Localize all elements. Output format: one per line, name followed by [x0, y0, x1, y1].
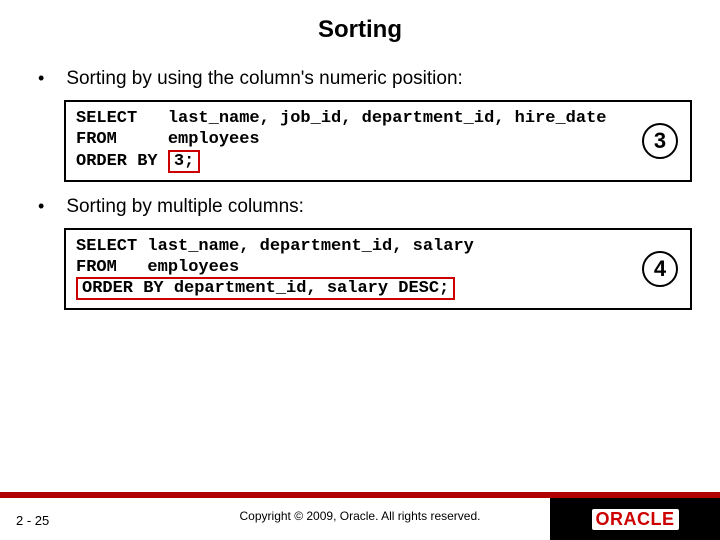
code-highlight: 3;	[168, 150, 200, 173]
callout-badge: 4	[642, 251, 678, 287]
slide-title: Sorting	[0, 0, 720, 62]
copyright-text: Copyright © 2009, Oracle. All rights res…	[240, 509, 481, 523]
code-text: SELECT last_name, job_id, department_id,…	[76, 109, 607, 171]
code-line: FROM employees	[76, 258, 239, 277]
slide: Sorting • Sorting by using the column's …	[0, 0, 720, 540]
bullet-text: Sorting by multiple columns:	[66, 196, 304, 218]
code-block-2: SELECT last_name, department_id, salary …	[64, 228, 692, 310]
code-block-2-wrap: SELECT last_name, department_id, salary …	[64, 228, 692, 310]
bullet-item: • Sorting by using the column's numeric …	[38, 68, 692, 90]
code-highlight: ORDER BY department_id, salary DESC;	[76, 277, 455, 300]
code-block-1: SELECT last_name, job_id, department_id,…	[64, 100, 692, 182]
bullet-text: Sorting by using the column's numeric po…	[66, 68, 463, 90]
oracle-logo-icon: ORACLE	[592, 509, 679, 530]
code-block-1-wrap: SELECT last_name, job_id, department_id,…	[64, 100, 692, 182]
slide-body: • Sorting by using the column's numeric …	[0, 62, 720, 492]
bullet-icon: •	[38, 69, 44, 87]
bullet-icon: •	[38, 197, 44, 215]
page-number: 2 - 25	[16, 513, 49, 528]
bullet-item: • Sorting by multiple columns:	[38, 196, 692, 218]
callout-badge: 3	[642, 123, 678, 159]
brand-logo-wrap: ORACLE	[550, 498, 720, 540]
code-line: SELECT last_name, department_id, salary	[76, 237, 474, 256]
slide-footer: 2 - 25 Copyright © 2009, Oracle. All rig…	[0, 492, 720, 540]
